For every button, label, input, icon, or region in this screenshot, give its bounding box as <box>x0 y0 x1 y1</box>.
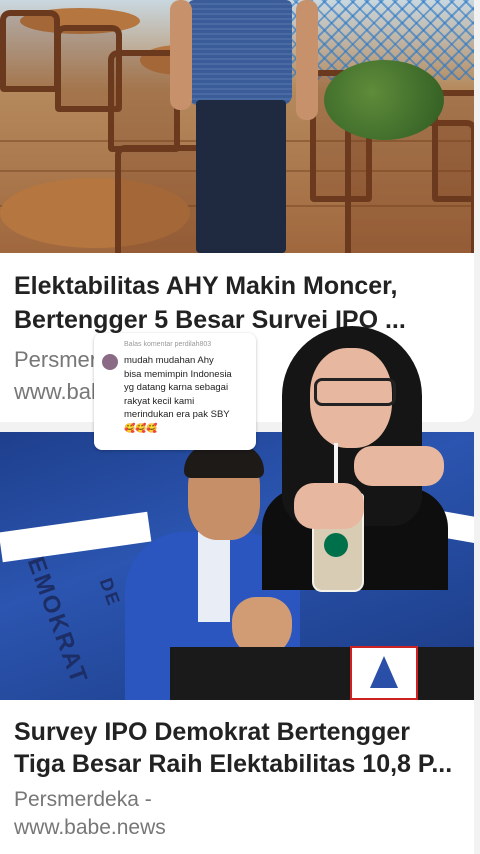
plants <box>324 60 444 140</box>
banner-text-right: DE <box>95 575 125 610</box>
person-pants <box>196 100 286 253</box>
reply-comment-bubble[interactable]: Balas komentar perdilah803 mudah mudahan… <box>94 333 256 450</box>
coffee-logo-icon <box>324 533 348 557</box>
comment-line: rakyat kecil kami <box>124 395 195 407</box>
comment-line: merindukan era pak SBY <box>124 409 230 420</box>
banner-text-left: EMOKRAT <box>21 553 93 689</box>
comment-line: yg datang karna sebagai <box>124 382 229 393</box>
comment-line: bisa memimpin Indonesia <box>124 368 232 380</box>
glasses-icon <box>314 378 396 406</box>
woman-hand <box>294 483 364 529</box>
person-arm <box>170 0 192 110</box>
article-source-name: Persmerdeka - <box>14 788 152 811</box>
commenter-avatar <box>102 354 118 370</box>
article-title-line2[interactable]: Tiga Besar Raih Elektabilitas 10,8 P... <box>14 748 452 781</box>
article-title-line1[interactable]: Elektabilitas AHY Makin Moncer, <box>14 270 397 303</box>
person-arm <box>296 0 318 120</box>
article-source-url[interactable]: www.babe.news <box>14 814 166 842</box>
flag-stripe <box>0 511 152 563</box>
comment-line: mudah mudahan Ahy <box>124 355 214 366</box>
person-shirt <box>188 0 292 105</box>
comment-text: mudah mudahan Ahy bisa memimpin Indonesi… <box>124 354 252 435</box>
man-shirt <box>198 532 230 622</box>
article-photo-cafe[interactable] <box>0 0 474 253</box>
emoji-hearts-icon: 🥰🥰🥰 <box>124 422 158 433</box>
article-title-line1[interactable]: Survey IPO Demokrat Bertengger <box>14 716 410 749</box>
chair <box>0 10 60 92</box>
party-logo-icon <box>350 646 418 700</box>
video-overlay-person <box>262 318 448 592</box>
reply-header: Balas komentar perdilah803 <box>124 341 212 348</box>
podium <box>170 647 474 700</box>
woman-hand <box>354 446 444 486</box>
